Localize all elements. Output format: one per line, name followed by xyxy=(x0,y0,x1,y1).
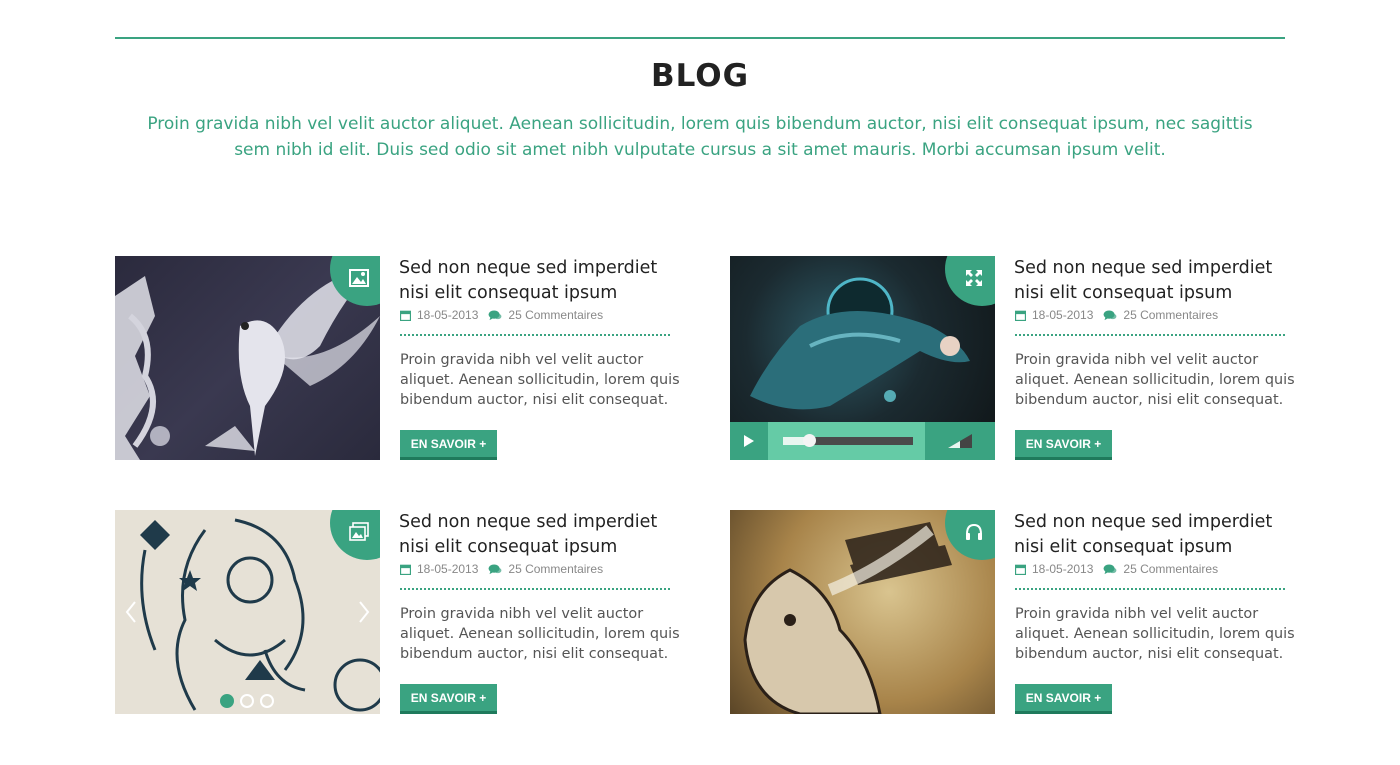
slider-dot[interactable] xyxy=(220,694,234,708)
section-intro: Proin gravida nibh vel velit auctor aliq… xyxy=(147,114,1253,160)
post-audio[interactable] xyxy=(730,510,995,714)
post-title[interactable]: Sed non neque sed imperdiet nisi elit co… xyxy=(1014,256,1304,306)
post-meta: 18-05-2013 25 Commentaires xyxy=(400,562,670,590)
volume-control[interactable] xyxy=(925,422,995,460)
play-button[interactable] xyxy=(730,422,768,460)
chevron-left-icon[interactable] xyxy=(123,600,139,624)
post-image[interactable] xyxy=(115,256,380,460)
slider-dots xyxy=(220,694,274,708)
post-comments[interactable]: 25 Commentaires xyxy=(508,562,603,576)
calendar-icon xyxy=(1015,310,1026,321)
progress-bar[interactable] xyxy=(783,434,913,447)
read-more-button[interactable]: EN SAVOIR + xyxy=(400,684,497,714)
section-title: BLOG xyxy=(650,58,750,94)
calendar-icon xyxy=(400,310,411,321)
blog-post: Sed non neque sed imperdiet nisi elit co… xyxy=(115,510,685,715)
post-video[interactable] xyxy=(730,256,995,460)
post-comments[interactable]: 25 Commentaires xyxy=(1123,562,1218,576)
gallery-icon[interactable] xyxy=(330,510,380,560)
slider-dot[interactable] xyxy=(240,694,254,708)
post-date: 18-05-2013 xyxy=(417,562,479,576)
post-comments[interactable]: 25 Commentaires xyxy=(508,308,603,322)
blog-post: Sed non neque sed imperdiet nisi elit co… xyxy=(730,510,1300,715)
progress-handle[interactable] xyxy=(803,434,816,447)
post-meta: 18-05-2013 25 Commentaires xyxy=(1015,562,1285,590)
read-more-button[interactable]: EN SAVOIR + xyxy=(1015,684,1112,714)
post-date: 18-05-2013 xyxy=(417,308,479,322)
image-icon[interactable] xyxy=(330,256,380,306)
chevron-right-icon[interactable] xyxy=(356,600,372,624)
slider-dot[interactable] xyxy=(260,694,274,708)
blog-post: Sed non neque sed imperdiet nisi elit co… xyxy=(730,256,1300,461)
blog-post: Sed non neque sed imperdiet nisi elit co… xyxy=(115,256,685,461)
read-more-button[interactable]: EN SAVOIR + xyxy=(400,430,497,460)
volume-icon xyxy=(948,434,972,448)
post-date: 18-05-2013 xyxy=(1032,308,1094,322)
post-meta: 18-05-2013 25 Commentaires xyxy=(1015,308,1285,336)
comments-icon xyxy=(1103,310,1117,321)
comments-icon xyxy=(1103,564,1117,575)
post-excerpt: Proin gravida nibh vel velit auctor aliq… xyxy=(400,606,680,662)
post-title[interactable]: Sed non neque sed imperdiet nisi elit co… xyxy=(399,256,689,306)
post-excerpt: Proin gravida nibh vel velit auctor aliq… xyxy=(1015,352,1295,408)
post-title[interactable]: Sed non neque sed imperdiet nisi elit co… xyxy=(1014,510,1304,560)
post-title[interactable]: Sed non neque sed imperdiet nisi elit co… xyxy=(399,510,689,560)
comments-icon xyxy=(488,564,502,575)
post-excerpt: Proin gravida nibh vel velit auctor aliq… xyxy=(400,352,680,408)
comments-icon xyxy=(488,310,502,321)
post-excerpt: Proin gravida nibh vel velit auctor aliq… xyxy=(1015,606,1295,662)
headphones-icon[interactable] xyxy=(945,510,995,560)
top-divider xyxy=(115,37,1285,39)
media-player xyxy=(730,422,995,460)
post-gallery[interactable] xyxy=(115,510,380,714)
post-date: 18-05-2013 xyxy=(1032,562,1094,576)
read-more-button[interactable]: EN SAVOIR + xyxy=(1015,430,1112,460)
calendar-icon xyxy=(1015,564,1026,575)
calendar-icon xyxy=(400,564,411,575)
post-comments[interactable]: 25 Commentaires xyxy=(1123,308,1218,322)
expand-icon[interactable] xyxy=(945,256,995,306)
play-icon xyxy=(744,435,754,447)
post-meta: 18-05-2013 25 Commentaires xyxy=(400,308,670,336)
